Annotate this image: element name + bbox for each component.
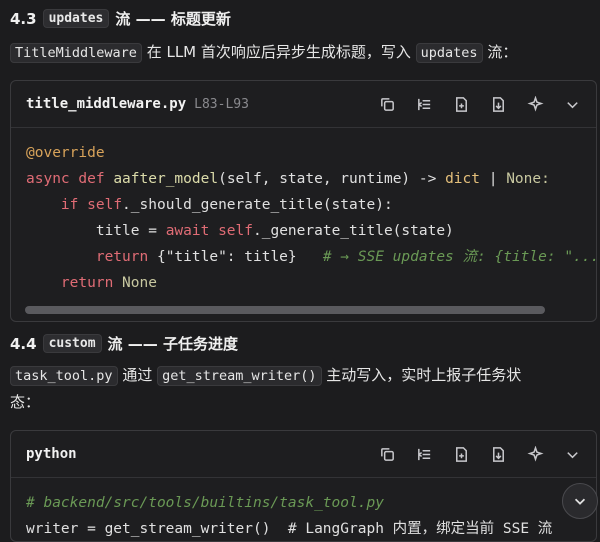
inline-code: updates xyxy=(42,9,110,28)
section-title: 流 —— 子任务进度 xyxy=(107,335,238,353)
code-token: return xyxy=(95,249,149,265)
code-line: writer = get_stream_writer() # LangGraph… xyxy=(26,521,553,537)
code-token: if xyxy=(60,197,79,213)
code-block-header: title_middleware.py L83-L93 xyxy=(11,81,596,128)
code-token: None xyxy=(122,275,157,291)
code-token: {"title": title} xyxy=(148,249,297,265)
apply-icon[interactable] xyxy=(490,96,507,113)
code-token: None: xyxy=(506,171,550,187)
code-token: self xyxy=(218,223,253,239)
code-token: | xyxy=(480,171,507,187)
code-token: self xyxy=(87,197,123,213)
text: 主动写入，实时上报子任务状 xyxy=(321,366,522,384)
code-comment: # → SSE updates 流: {title: "..."} xyxy=(322,249,597,265)
new-file-icon[interactable] xyxy=(453,446,470,463)
horizontal-scrollbar[interactable] xyxy=(21,304,586,315)
chevron-down-icon[interactable] xyxy=(564,446,581,463)
paragraph: task_tool.py 通过 get_stream_writer() 主动写入… xyxy=(10,362,575,415)
text: 在 LLM 首次响应后异步生成标题，写入 xyxy=(141,43,416,61)
chevron-down-icon[interactable] xyxy=(564,96,581,113)
code-block: python # backend/src/tools/builtins/task… xyxy=(10,430,597,542)
code-token: @override xyxy=(26,145,105,161)
sparkle-icon[interactable] xyxy=(527,95,544,113)
line-range: L83-L93 xyxy=(194,96,249,112)
code-language: python xyxy=(26,446,77,462)
section-heading: 4.4 custom 流 —— 子任务进度 xyxy=(10,333,238,354)
code-toolbar xyxy=(379,95,581,113)
insert-icon[interactable] xyxy=(416,446,433,463)
code-block-header: python xyxy=(11,431,596,478)
code-comment: # backend/src/tools/builtins/task_tool.p… xyxy=(26,495,384,511)
code-token: return xyxy=(60,275,114,291)
sparkle-icon[interactable] xyxy=(527,445,544,463)
code-token: await xyxy=(165,223,210,239)
code-token: (self, state, runtime) -> xyxy=(218,171,446,187)
code-token: def xyxy=(78,171,105,187)
inline-code: custom xyxy=(42,334,102,353)
code-content: # backend/src/tools/builtins/task_tool.p… xyxy=(11,478,596,541)
code-content: @override async def aafter_model(self, s… xyxy=(11,128,596,304)
code-token: title = xyxy=(95,223,166,239)
code-token: async xyxy=(26,171,70,187)
inline-code: TitleMiddleware xyxy=(10,43,142,63)
text: 流： xyxy=(482,43,518,61)
paragraph: TitleMiddleware 在 LLM 首次响应后异步生成标题，写入 upd… xyxy=(10,39,590,66)
inline-code: updates xyxy=(415,43,483,63)
code-token: aafter_model xyxy=(113,171,219,187)
code-token: ._generate_title(state) xyxy=(253,223,454,239)
code-token: ._should_generate_title(state): xyxy=(122,197,393,213)
code-filename[interactable]: title_middleware.py xyxy=(26,96,186,112)
code-block: title_middleware.py L83-L93 @override as… xyxy=(10,80,597,322)
insert-icon[interactable] xyxy=(416,96,433,113)
copy-icon[interactable] xyxy=(379,96,396,113)
new-file-icon[interactable] xyxy=(453,96,470,113)
section-number: 4.4 xyxy=(10,334,37,353)
inline-code: task_tool.py xyxy=(10,366,118,386)
section-title: 流 —— 标题更新 xyxy=(115,10,231,28)
section-number: 4.3 xyxy=(10,9,37,28)
apply-icon[interactable] xyxy=(490,446,507,463)
code-toolbar xyxy=(379,445,581,463)
text: 态： xyxy=(10,393,41,411)
scroll-down-icon[interactable] xyxy=(562,483,598,519)
scrollbar-thumb[interactable] xyxy=(25,306,545,314)
text: 通过 xyxy=(117,366,158,384)
code-token: dict xyxy=(445,171,480,187)
copy-icon[interactable] xyxy=(379,446,396,463)
inline-code: get_stream_writer() xyxy=(157,366,322,386)
section-heading: 4.3 updates 流 —— 标题更新 xyxy=(10,8,231,29)
